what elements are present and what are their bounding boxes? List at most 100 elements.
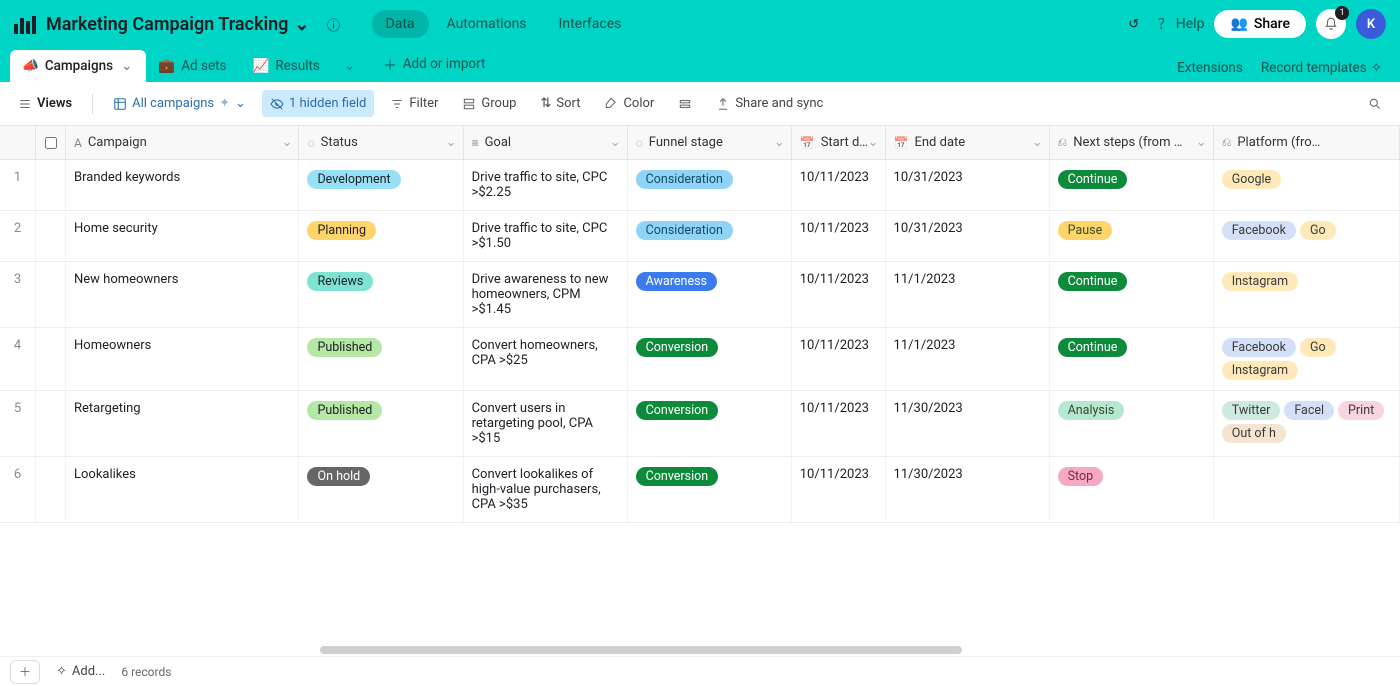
- cell-campaign[interactable]: Homeowners: [66, 328, 299, 390]
- history-icon[interactable]: ↺: [1120, 10, 1148, 38]
- cell-funnel[interactable]: Consideration: [628, 211, 792, 261]
- cell-goal[interactable]: Drive traffic to site, CPC >$2.25: [464, 160, 628, 210]
- extensions-button[interactable]: Extensions: [1177, 60, 1243, 76]
- cell-campaign[interactable]: Lookalikes: [66, 457, 299, 522]
- color-button[interactable]: Color: [596, 90, 662, 117]
- col-funnel[interactable]: ◌Funnel stage⌄: [628, 126, 792, 159]
- cell-next[interactable]: Stop: [1050, 457, 1214, 522]
- cell-platform[interactable]: TwitterFacelPrintOut of h: [1214, 391, 1400, 456]
- cell-start[interactable]: 10/11/2023: [792, 160, 886, 210]
- notifications-button[interactable]: 1: [1316, 9, 1346, 39]
- cell-funnel[interactable]: Awareness: [628, 262, 792, 327]
- table-row[interactable]: 5 Retargeting Published Convert users in…: [0, 391, 1400, 457]
- cell-platform[interactable]: Google: [1214, 160, 1400, 210]
- tab-results[interactable]: 📈 Results ⌄: [241, 50, 370, 82]
- cell-status[interactable]: Published: [299, 328, 463, 390]
- tab-adsets[interactable]: 💼 Ad sets: [146, 50, 240, 82]
- cell-start[interactable]: 10/11/2023: [792, 262, 886, 327]
- record-templates-button[interactable]: Record templates ✧: [1261, 60, 1382, 76]
- tab-campaigns[interactable]: 📣 Campaigns ⌄: [10, 50, 146, 82]
- row-checkbox-cell[interactable]: [36, 457, 66, 522]
- table-row[interactable]: 2 Home security Planning Drive traffic t…: [0, 211, 1400, 262]
- chevron-down-icon[interactable]: ⌄: [1032, 135, 1043, 150]
- col-goal[interactable]: ≡Goal⌄: [464, 126, 628, 159]
- cell-status[interactable]: Reviews: [299, 262, 463, 327]
- table-row[interactable]: 3 New homeowners Reviews Drive awareness…: [0, 262, 1400, 328]
- table-row[interactable]: 1 Branded keywords Development Drive tra…: [0, 160, 1400, 211]
- cell-campaign[interactable]: Retargeting: [66, 391, 299, 456]
- cell-next[interactable]: Pause: [1050, 211, 1214, 261]
- cell-end[interactable]: 11/30/2023: [886, 391, 1050, 456]
- cell-end[interactable]: 10/31/2023: [886, 211, 1050, 261]
- hidden-fields-button[interactable]: 1 hidden field: [262, 90, 374, 117]
- chevron-down-icon[interactable]: ⌄: [774, 135, 785, 150]
- row-checkbox-cell[interactable]: [36, 391, 66, 456]
- col-campaign[interactable]: ACampaign⌄: [66, 126, 299, 159]
- cell-status[interactable]: On hold: [299, 457, 463, 522]
- cell-goal[interactable]: Convert lookalikes of high-value purchas…: [464, 457, 628, 522]
- cell-status[interactable]: Development: [299, 160, 463, 210]
- row-checkbox-cell[interactable]: [36, 328, 66, 390]
- cell-end[interactable]: 11/1/2023: [886, 262, 1050, 327]
- chevron-down-icon[interactable]: ⌄: [121, 58, 132, 74]
- cell-next[interactable]: Continue: [1050, 160, 1214, 210]
- checkbox-header[interactable]: [36, 126, 66, 159]
- cell-start[interactable]: 10/11/2023: [792, 391, 886, 456]
- row-checkbox-cell[interactable]: [36, 262, 66, 327]
- select-all-checkbox[interactable]: [45, 137, 57, 149]
- add-table-button[interactable]: ＋ Add or import: [369, 46, 499, 82]
- cell-platform[interactable]: Instagram: [1214, 262, 1400, 327]
- col-next[interactable]: ⎌Next steps (from …⌄: [1050, 126, 1214, 159]
- col-start[interactable]: 📅Start d…⌄: [792, 126, 886, 159]
- col-end[interactable]: 📅End date⌄: [886, 126, 1050, 159]
- cell-start[interactable]: 10/11/2023: [792, 211, 886, 261]
- user-avatar[interactable]: K: [1356, 9, 1386, 39]
- cell-status[interactable]: Planning: [299, 211, 463, 261]
- share-sync-button[interactable]: Share and sync: [708, 90, 831, 117]
- cell-goal[interactable]: Drive traffic to site, CPC >$1.50: [464, 211, 628, 261]
- cell-end[interactable]: 10/31/2023: [886, 160, 1050, 210]
- cell-funnel[interactable]: Conversion: [628, 328, 792, 390]
- cell-start[interactable]: 10/11/2023: [792, 457, 886, 522]
- filter-button[interactable]: Filter: [382, 90, 446, 117]
- horizontal-scrollbar[interactable]: [320, 646, 1390, 654]
- group-button[interactable]: Group: [454, 90, 524, 117]
- cell-next[interactable]: Continue: [1050, 328, 1214, 390]
- cell-start[interactable]: 10/11/2023: [792, 328, 886, 390]
- cell-platform[interactable]: FacebookGoInstagram: [1214, 328, 1400, 390]
- help-button[interactable]: ？ Help: [1158, 14, 1205, 34]
- nav-automations[interactable]: Automations: [433, 10, 541, 38]
- cell-funnel[interactable]: Conversion: [628, 391, 792, 456]
- views-button[interactable]: Views: [10, 90, 80, 117]
- nav-interfaces[interactable]: Interfaces: [545, 10, 636, 38]
- cell-platform[interactable]: [1214, 457, 1400, 522]
- row-checkbox-cell[interactable]: [36, 160, 66, 210]
- sort-button[interactable]: ⇅ Sort: [532, 90, 588, 117]
- view-picker[interactable]: All campaigns ✦ ⌄: [105, 90, 254, 117]
- chevron-down-icon[interactable]: ⌄: [446, 135, 457, 150]
- table-row[interactable]: 4 Homeowners Published Convert homeowner…: [0, 328, 1400, 391]
- cell-status[interactable]: Published: [299, 391, 463, 456]
- search-button[interactable]: [1360, 91, 1390, 117]
- chevron-down-icon[interactable]: ⌄: [868, 135, 879, 150]
- row-height-button[interactable]: [670, 91, 700, 117]
- cell-platform[interactable]: FacebookGo: [1214, 211, 1400, 261]
- nav-data[interactable]: Data: [372, 10, 429, 38]
- cell-campaign[interactable]: Branded keywords: [66, 160, 299, 210]
- chevron-down-icon[interactable]: ⌄: [610, 135, 621, 150]
- base-title[interactable]: Marketing Campaign Tracking ⌄: [46, 14, 310, 35]
- table-row[interactable]: 6 Lookalikes On hold Convert lookalikes …: [0, 457, 1400, 523]
- chevron-down-icon[interactable]: ⌄: [344, 58, 355, 74]
- add-menu-button[interactable]: ✧ Add...: [50, 662, 111, 681]
- cell-end[interactable]: 11/30/2023: [886, 457, 1050, 522]
- cell-next[interactable]: Analysis: [1050, 391, 1214, 456]
- cell-goal[interactable]: Drive awareness to new homeowners, CPM >…: [464, 262, 628, 327]
- chevron-down-icon[interactable]: ⌄: [282, 135, 293, 150]
- cell-end[interactable]: 11/1/2023: [886, 328, 1050, 390]
- cell-funnel[interactable]: Conversion: [628, 457, 792, 522]
- share-button[interactable]: 👥 Share: [1214, 10, 1306, 38]
- chevron-down-icon[interactable]: ⌄: [1196, 135, 1207, 150]
- row-checkbox-cell[interactable]: [36, 211, 66, 261]
- cell-campaign[interactable]: New homeowners: [66, 262, 299, 327]
- info-icon[interactable]: ⓘ: [320, 10, 348, 38]
